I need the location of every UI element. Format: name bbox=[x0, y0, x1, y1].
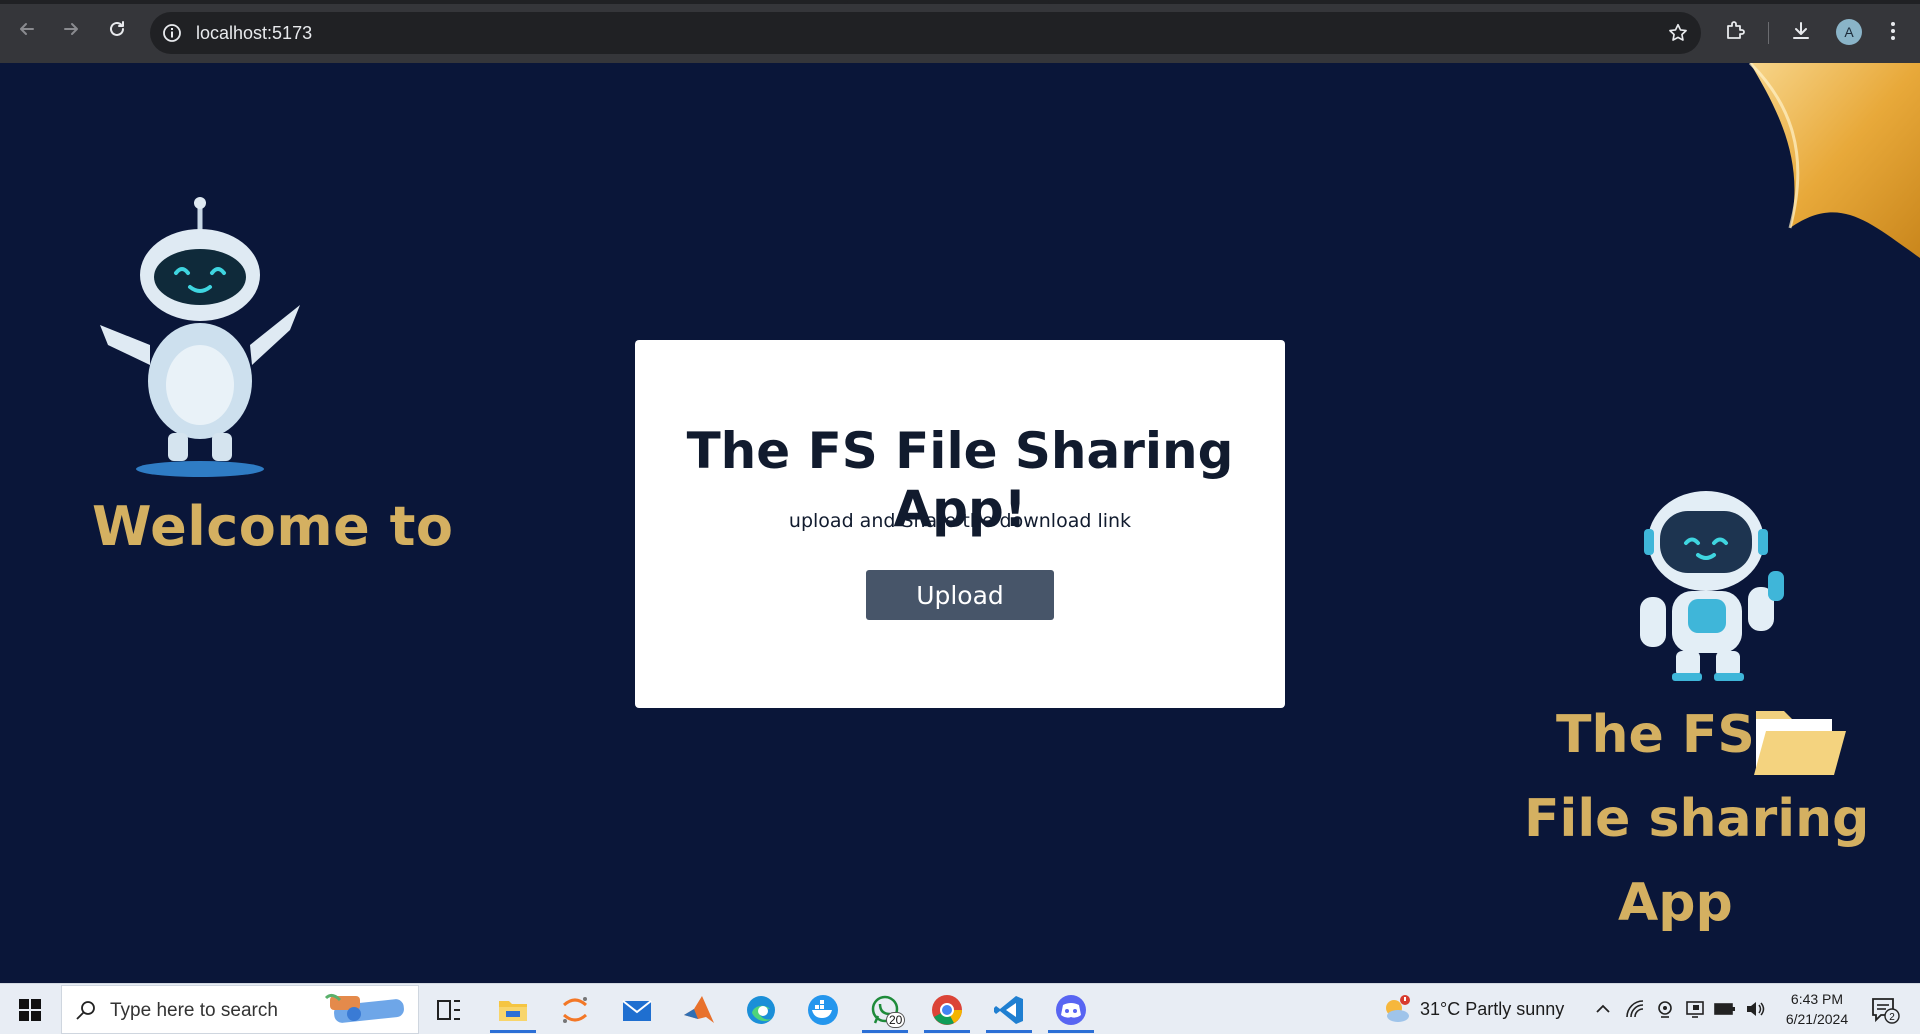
profile-avatar[interactable]: A bbox=[1836, 19, 1862, 45]
taskbar-docker[interactable] bbox=[796, 987, 850, 1033]
windows-logo-icon bbox=[19, 999, 41, 1021]
whatsapp-unread-badge: 20 bbox=[886, 1012, 906, 1028]
taskbar-file-explorer[interactable] bbox=[486, 987, 540, 1033]
info-icon[interactable] bbox=[162, 23, 182, 43]
waving-robot-illustration bbox=[100, 197, 300, 477]
search-icon bbox=[76, 1001, 95, 1020]
taskbar-mail[interactable] bbox=[610, 987, 664, 1033]
toolbar-divider bbox=[1768, 22, 1769, 44]
task-view-icon bbox=[437, 1000, 460, 1020]
vscode-icon bbox=[994, 996, 1023, 1024]
forward-button[interactable] bbox=[56, 14, 86, 44]
partly-sunny-icon[interactable] bbox=[1380, 994, 1412, 1026]
reload-icon bbox=[110, 21, 124, 36]
page-curl-decoration bbox=[1748, 63, 1920, 258]
chevron-up-icon bbox=[1596, 1004, 1610, 1013]
bookmark-star-icon[interactable] bbox=[1667, 22, 1689, 44]
tab-strip-right bbox=[1048, 0, 1920, 4]
reload-button[interactable] bbox=[102, 14, 132, 44]
display-tray[interactable] bbox=[1684, 998, 1706, 1020]
welcome-heading: Welcome to bbox=[92, 495, 454, 558]
notification-center-button[interactable]: 2 bbox=[1870, 996, 1900, 1024]
taskbar-chrome[interactable] bbox=[920, 987, 974, 1033]
search-placeholder: Type here to search bbox=[110, 1000, 278, 1021]
mail-icon bbox=[622, 1000, 652, 1021]
arrow-right-icon bbox=[64, 23, 78, 35]
extensions-button[interactable] bbox=[1722, 18, 1748, 44]
menu-button[interactable] bbox=[1880, 18, 1906, 44]
tab-strip-left bbox=[0, 0, 848, 4]
card-subtitle: upload and Share the download link bbox=[788, 510, 1132, 532]
downloads-button[interactable] bbox=[1788, 18, 1814, 44]
search-highlight-illustration bbox=[324, 993, 404, 1023]
taskbar-jupyter[interactable] bbox=[548, 987, 602, 1033]
battery-icon bbox=[1714, 1003, 1735, 1015]
notification-icon: 2 bbox=[1872, 998, 1900, 1024]
active-indicator bbox=[490, 1030, 536, 1033]
upload-button[interactable]: Upload bbox=[866, 570, 1054, 620]
active-indicator bbox=[862, 1030, 908, 1033]
taskbar-search[interactable]: Type here to search bbox=[61, 985, 419, 1034]
speaker-icon bbox=[1747, 1002, 1765, 1016]
discord-icon bbox=[1056, 995, 1086, 1025]
taskbar-matlab[interactable] bbox=[672, 987, 726, 1033]
active-indicator bbox=[1048, 1030, 1094, 1033]
page-content: Welcome to The FS File Sharing App! uplo… bbox=[0, 63, 1920, 983]
brand-line-2: File sharing bbox=[1524, 789, 1870, 849]
more-vert-icon bbox=[1891, 22, 1895, 40]
browser-toolbar: localhost:5173 A bbox=[0, 0, 1920, 63]
active-indicator bbox=[986, 1030, 1032, 1033]
open-folder-icon bbox=[1754, 711, 1846, 775]
back-button[interactable] bbox=[12, 14, 42, 44]
active-indicator bbox=[924, 1030, 970, 1033]
notification-count: 2 bbox=[1889, 1012, 1895, 1023]
meet-now-tray[interactable] bbox=[1654, 998, 1676, 1020]
arrow-left-icon bbox=[20, 23, 34, 35]
url-text[interactable]: localhost:5173 bbox=[196, 23, 312, 44]
brand-line-1: The FS bbox=[1556, 705, 1755, 765]
network-tray[interactable] bbox=[1624, 998, 1646, 1020]
taskbar-edge[interactable] bbox=[734, 987, 788, 1033]
battery-tray[interactable] bbox=[1714, 998, 1736, 1020]
brand-line-3: App bbox=[1618, 873, 1733, 933]
edge-icon bbox=[747, 996, 775, 1024]
clock-time: 6:43 PM bbox=[1790, 991, 1844, 1007]
clock-date: 6/21/2024 bbox=[1785, 1011, 1849, 1027]
puzzle-icon bbox=[1727, 21, 1745, 39]
taskbar-vscode[interactable] bbox=[982, 987, 1036, 1033]
wifi-icon bbox=[1626, 1000, 1644, 1018]
chrome-icon bbox=[932, 995, 962, 1025]
folder-icon bbox=[499, 1001, 527, 1021]
download-icon bbox=[1793, 22, 1809, 39]
display-icon bbox=[1686, 1001, 1704, 1018]
task-view-button[interactable] bbox=[422, 987, 476, 1033]
upload-card: The FS File Sharing App! upload and Shar… bbox=[635, 340, 1285, 708]
astronaut-robot-illustration bbox=[1640, 491, 1784, 681]
show-hidden-icons-button[interactable] bbox=[1592, 998, 1614, 1020]
address-bar[interactable]: localhost:5173 bbox=[150, 12, 1701, 54]
webcam-icon bbox=[1658, 1001, 1672, 1018]
windows-taskbar: Type here to search 20 31°C Partly sunny… bbox=[0, 983, 1920, 1034]
taskbar-clock[interactable]: 6:43 PM 6/21/2024 bbox=[1772, 989, 1862, 1029]
taskbar-whatsapp[interactable]: 20 bbox=[858, 987, 912, 1033]
matlab-icon bbox=[684, 996, 714, 1023]
weather-text[interactable]: 31°C Partly sunny bbox=[1420, 999, 1564, 1020]
taskbar-discord[interactable] bbox=[1044, 987, 1098, 1033]
volume-tray[interactable] bbox=[1744, 998, 1766, 1020]
jupyter-icon bbox=[562, 997, 588, 1023]
docker-icon bbox=[808, 995, 838, 1025]
start-button[interactable] bbox=[8, 990, 52, 1030]
